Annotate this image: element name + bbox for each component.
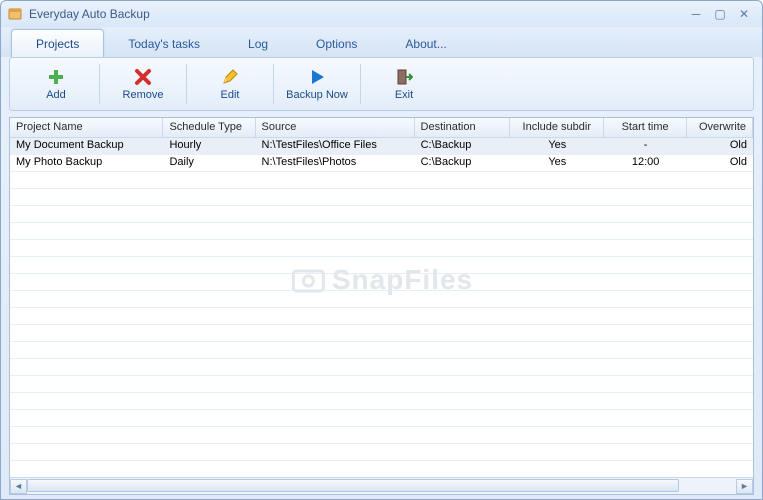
cell: 12:00 xyxy=(604,155,687,171)
grid-header: Project NameSchedule TypeSourceDestinati… xyxy=(10,118,753,138)
cell: Old xyxy=(687,155,753,171)
maximize-button[interactable]: ▢ xyxy=(708,6,732,22)
scroll-thumb[interactable] xyxy=(27,479,679,492)
close-button[interactable]: ✕ xyxy=(732,6,756,22)
cell: N:\TestFiles\Office Files xyxy=(256,138,415,154)
toolbar-label: Backup Now xyxy=(286,89,348,101)
pencil-icon xyxy=(220,67,240,87)
door-icon xyxy=(394,67,414,87)
cell: Daily xyxy=(163,155,255,171)
toolbar-label: Exit xyxy=(395,89,413,101)
projects-grid: Project NameSchedule TypeSourceDestinati… xyxy=(9,117,754,495)
scroll-right-button[interactable]: ► xyxy=(736,479,753,494)
column-header[interactable]: Start time xyxy=(604,118,687,137)
tab-bar: ProjectsToday's tasksLogOptionsAbout... xyxy=(1,27,762,57)
toolbar: Add Remove Edit Backup Now Exit xyxy=(9,57,754,111)
toolbar-label: Add xyxy=(46,89,66,101)
add-button[interactable]: Add xyxy=(14,60,98,108)
cell: Yes xyxy=(510,138,604,154)
window-title: Everyday Auto Backup xyxy=(29,7,150,21)
edit-button[interactable]: Edit xyxy=(188,60,272,108)
cell: My Document Backup xyxy=(10,138,163,154)
cell: Old xyxy=(687,138,753,154)
toolbar-separator xyxy=(186,64,187,104)
column-header[interactable]: Destination xyxy=(415,118,511,137)
cell: My Photo Backup xyxy=(10,155,163,171)
horizontal-scrollbar[interactable]: ◄ ► xyxy=(10,477,753,494)
cross-icon xyxy=(133,67,153,87)
cell: Hourly xyxy=(163,138,255,154)
tab-log[interactable]: Log xyxy=(224,30,292,57)
toolbar-separator xyxy=(99,64,100,104)
backup-now-button[interactable]: Backup Now xyxy=(275,60,359,108)
column-header[interactable]: Include subdir xyxy=(510,118,604,137)
cell: - xyxy=(604,138,687,154)
table-row[interactable]: My Photo BackupDailyN:\TestFiles\PhotosC… xyxy=(10,155,753,172)
toolbar-label: Edit xyxy=(221,89,240,101)
toolbar-label: Remove xyxy=(123,89,164,101)
column-header[interactable]: Source xyxy=(256,118,415,137)
tab-about[interactable]: About... xyxy=(381,30,470,57)
tab-today-s-tasks[interactable]: Today's tasks xyxy=(104,30,224,57)
app-icon xyxy=(7,6,23,22)
remove-button[interactable]: Remove xyxy=(101,60,185,108)
tab-options[interactable]: Options xyxy=(292,30,381,57)
cell: Yes xyxy=(510,155,604,171)
table-row[interactable]: My Document BackupHourlyN:\TestFiles\Off… xyxy=(10,138,753,155)
column-header[interactable]: Schedule Type xyxy=(163,118,255,137)
grid-empty-area xyxy=(10,172,753,477)
exit-button[interactable]: Exit xyxy=(362,60,446,108)
plus-icon xyxy=(46,67,66,87)
column-header[interactable]: Overwrite xyxy=(687,118,753,137)
cell: C:\Backup xyxy=(415,138,511,154)
scroll-track[interactable] xyxy=(27,479,736,494)
cell: C:\Backup xyxy=(415,155,511,171)
play-icon xyxy=(307,67,327,87)
scroll-left-button[interactable]: ◄ xyxy=(10,479,27,494)
toolbar-separator xyxy=(273,64,274,104)
cell: N:\TestFiles\Photos xyxy=(256,155,415,171)
grid-body: My Document BackupHourlyN:\TestFiles\Off… xyxy=(10,138,753,477)
tab-projects[interactable]: Projects xyxy=(11,29,104,57)
minimize-button[interactable]: ─ xyxy=(684,6,708,22)
column-header[interactable]: Project Name xyxy=(10,118,163,137)
toolbar-separator xyxy=(360,64,361,104)
titlebar: Everyday Auto Backup ─ ▢ ✕ xyxy=(1,1,762,27)
app-window: Everyday Auto Backup ─ ▢ ✕ ProjectsToday… xyxy=(0,0,763,500)
